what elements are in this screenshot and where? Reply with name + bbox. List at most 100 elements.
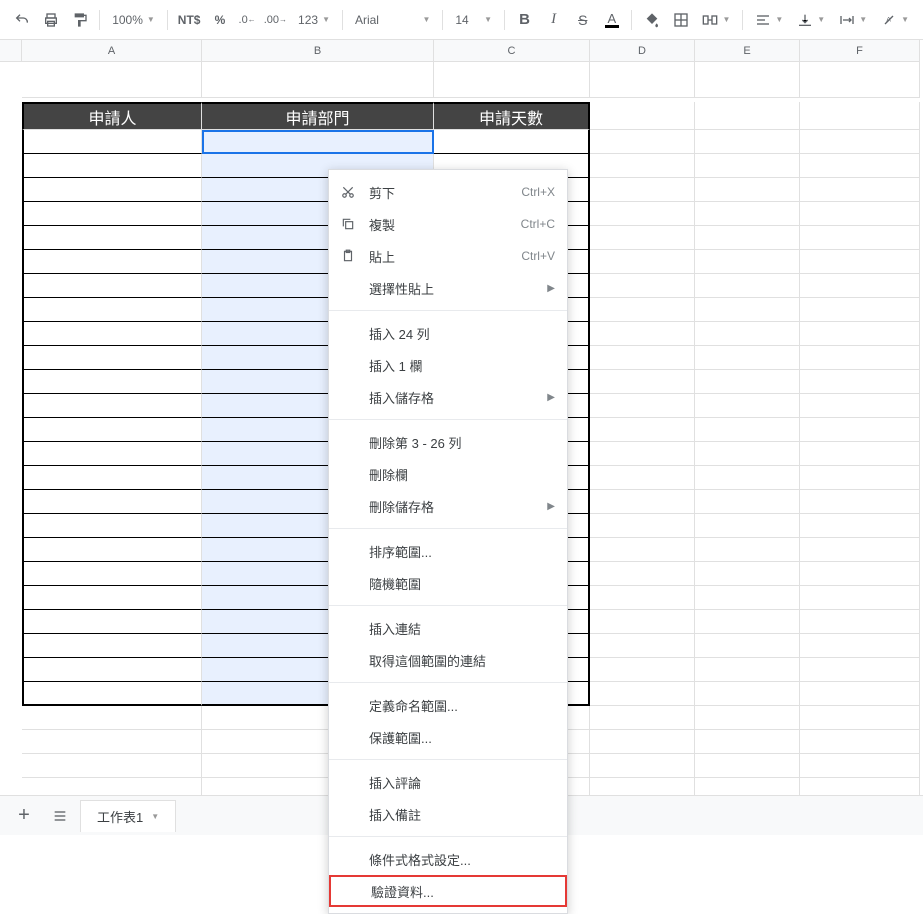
cell[interactable] [695,442,800,466]
cell[interactable] [695,610,800,634]
cell[interactable] [590,754,695,778]
cell[interactable] [22,322,202,346]
cell[interactable] [590,538,695,562]
ctx-conditional-format[interactable]: 條件式格式設定... [329,843,567,875]
cell[interactable] [800,346,920,370]
cell[interactable] [590,370,695,394]
cell[interactable] [800,298,920,322]
ctx-cut[interactable]: 剪下 Ctrl+X [329,176,567,208]
cell[interactable] [695,102,800,130]
cell[interactable] [695,178,800,202]
cell[interactable] [800,754,920,778]
col-header-a[interactable]: A [22,40,202,62]
cell[interactable] [695,682,800,706]
cell[interactable] [800,370,920,394]
cell[interactable] [590,634,695,658]
sheet-tab[interactable]: 工作表1 ▼ [80,800,176,832]
ctx-define-name[interactable]: 定義命名範圍... [329,689,567,721]
font-size-select[interactable]: 14▼ [449,6,498,34]
cell[interactable] [22,778,202,795]
cell[interactable] [590,586,695,610]
ctx-sort-range[interactable]: 排序範圍... [329,535,567,567]
cell[interactable] [800,538,920,562]
cell[interactable] [695,730,800,754]
col-header-b[interactable]: B [202,40,434,62]
cell[interactable] [590,102,695,130]
cell[interactable] [22,610,202,634]
cell[interactable] [695,562,800,586]
more-formats-select[interactable]: 123▼ [292,6,336,34]
cell[interactable] [800,682,920,706]
cell[interactable] [590,202,695,226]
cell[interactable] [590,298,695,322]
ctx-delete-col[interactable]: 刪除欄 [329,458,567,490]
cell[interactable] [590,658,695,682]
cell[interactable] [22,62,202,98]
currency-button[interactable]: NT$ [174,6,205,34]
cell[interactable] [695,658,800,682]
cell[interactable] [590,322,695,346]
cell[interactable] [590,274,695,298]
cell[interactable] [22,370,202,394]
text-color-button[interactable]: A [598,6,625,34]
cell[interactable] [800,178,920,202]
cell[interactable] [800,610,920,634]
cell[interactable] [22,202,202,226]
cell[interactable] [800,154,920,178]
borders-button[interactable] [667,6,694,34]
cell[interactable] [590,514,695,538]
increase-decimal-button[interactable]: .00→ [261,6,290,34]
cell[interactable] [695,370,800,394]
cell[interactable] [800,102,920,130]
cell[interactable] [695,394,800,418]
vertical-align-button[interactable]: ▼ [791,6,831,34]
cell[interactable] [800,778,920,795]
paint-format-button[interactable] [66,6,93,34]
cell[interactable] [22,250,202,274]
cell[interactable] [22,682,202,706]
ctx-insert-comment[interactable]: 插入評論 [329,766,567,798]
cell[interactable] [202,62,434,98]
cell[interactable] [22,346,202,370]
cell[interactable] [695,754,800,778]
cell[interactable] [590,706,695,730]
cell[interactable] [695,346,800,370]
cell[interactable] [800,562,920,586]
cell[interactable] [800,418,920,442]
cell[interactable] [695,418,800,442]
cell[interactable] [590,346,695,370]
add-sheet-button[interactable]: + [8,802,40,830]
cell[interactable] [695,250,800,274]
cell[interactable] [22,442,202,466]
cell[interactable] [800,62,920,98]
cell[interactable] [695,490,800,514]
cell[interactable] [22,658,202,682]
cell[interactable] [22,298,202,322]
cell[interactable] [800,226,920,250]
cell[interactable] [590,610,695,634]
cell[interactable] [590,62,695,98]
cell[interactable] [695,226,800,250]
cell[interactable] [695,514,800,538]
cell[interactable] [590,226,695,250]
cell[interactable] [22,130,202,154]
cell[interactable] [22,514,202,538]
cell[interactable] [800,466,920,490]
ctx-paste[interactable]: 貼上 Ctrl+V [329,240,567,272]
ctx-paste-special[interactable]: 選擇性貼上 ▶ [329,272,567,304]
cell[interactable] [590,730,695,754]
all-sheets-button[interactable] [44,802,76,830]
ctx-insert-cells[interactable]: 插入儲存格▶ [329,381,567,413]
cell[interactable] [590,682,695,706]
cell[interactable] [695,130,800,154]
cell[interactable] [695,154,800,178]
col-header-c[interactable]: C [434,40,590,62]
horizontal-align-button[interactable]: ▼ [749,6,789,34]
cell[interactable] [22,226,202,250]
cell[interactable] [590,562,695,586]
merge-cells-button[interactable]: ▼ [696,6,736,34]
fill-color-button[interactable] [638,6,665,34]
cell[interactable] [22,730,202,754]
cell[interactable] [695,778,800,795]
text-wrap-button[interactable]: ▼ [833,6,873,34]
